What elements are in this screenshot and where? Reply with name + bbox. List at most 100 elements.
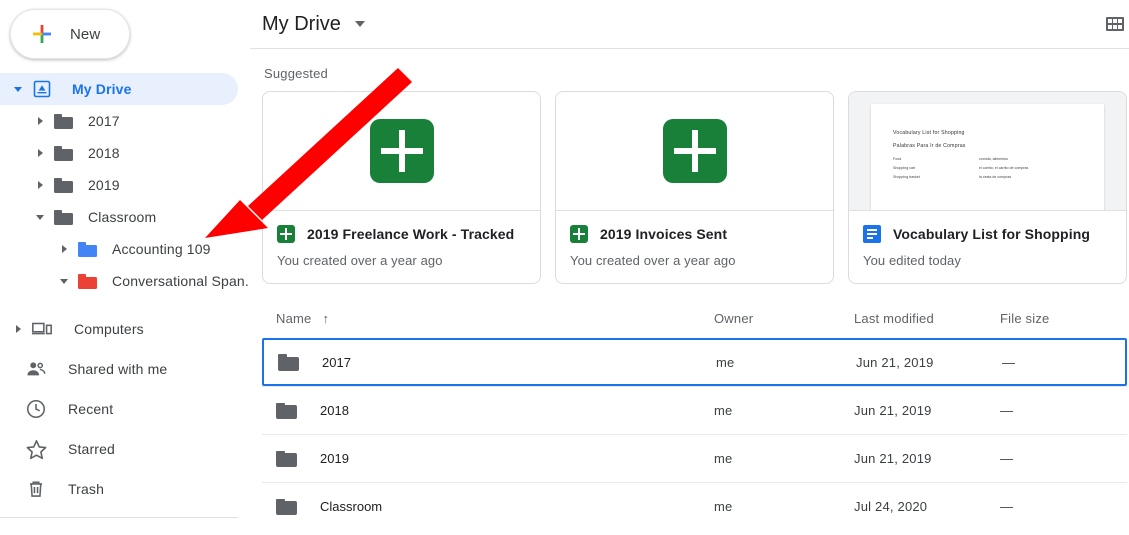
table-row[interactable]: Classroom me Jul 24, 2020 —	[262, 482, 1127, 530]
sidebar-item-classroom[interactable]: Classroom	[0, 201, 250, 233]
sidebar-item-accounting-109[interactable]: Accounting 109	[0, 233, 250, 265]
folder-icon	[52, 109, 76, 133]
sidebar-item-label: My Drive	[72, 81, 132, 97]
chevron-down-icon[interactable]	[52, 269, 76, 293]
column-header-owner[interactable]: Owner	[714, 311, 854, 326]
sidebar-item-label: Starred	[68, 441, 115, 457]
sidebar-item-my-drive[interactable]: My Drive	[0, 73, 238, 105]
folder-icon	[52, 205, 76, 229]
card-footer: 2019 Invoices Sent You created over a ye…	[556, 210, 833, 283]
folder-icon	[52, 173, 76, 197]
preview-row: Food comida, alimentos	[893, 157, 1082, 161]
sidebar-item-label: 2018	[88, 145, 120, 161]
card-title: 2019 Freelance Work - Tracked	[307, 226, 515, 242]
suggested-cards: 2019 Freelance Work - Tracked You create…	[262, 91, 1127, 284]
sheets-icon	[570, 225, 588, 243]
sidebar-item-label: 2017	[88, 113, 120, 129]
sidebar-item-2018[interactable]: 2018	[0, 137, 250, 169]
preview-es: comida, alimentos	[979, 157, 1008, 161]
grid-view-icon[interactable]	[1103, 12, 1127, 36]
suggested-card[interactable]: 2019 Invoices Sent You created over a ye…	[555, 91, 834, 284]
card-title: Vocabulary List for Shopping	[893, 226, 1090, 242]
document-preview: Vocabulary List for Shopping Palabras Pa…	[871, 104, 1104, 210]
trash-icon	[24, 477, 48, 501]
sidebar: New My Drive 2017 2018 2019 Classroom Ac…	[0, 0, 257, 535]
column-header-name[interactable]: Name ↑	[276, 311, 714, 326]
sidebar-item-conversational-spanish[interactable]: Conversational Span...	[0, 265, 257, 297]
folder-icon	[52, 141, 76, 165]
table-header: Name ↑ Owner Last modified File size	[262, 298, 1127, 338]
cell-owner: me	[714, 451, 733, 466]
folder-icon-blue	[76, 237, 100, 261]
card-subtitle: You created over a year ago	[277, 253, 443, 268]
cell-file-size: —	[1000, 403, 1014, 418]
sidebar-item-label: Recent	[68, 401, 114, 417]
chevron-right-icon[interactable]	[52, 237, 76, 261]
column-header-last-modified[interactable]: Last modified	[854, 311, 1000, 326]
sidebar-item-2019[interactable]: 2019	[0, 169, 250, 201]
sidebar-divider	[0, 517, 238, 518]
cell-owner: me	[714, 403, 733, 418]
table-row[interactable]: 2019 me Jun 21, 2019 —	[262, 434, 1127, 482]
star-icon	[24, 437, 48, 461]
preview-en: Food	[893, 157, 902, 161]
cell-owner: me	[716, 354, 735, 370]
new-button-label: New	[70, 25, 101, 43]
sidebar-item-label: Conversational Span...	[112, 273, 257, 289]
chevron-down-icon[interactable]	[28, 205, 52, 229]
clock-icon	[24, 397, 48, 421]
sheets-icon	[277, 225, 295, 243]
sidebar-item-recent[interactable]: Recent	[0, 389, 250, 429]
computers-icon	[30, 317, 54, 341]
new-button[interactable]: New	[10, 9, 130, 59]
chevron-down-icon[interactable]	[6, 77, 30, 101]
card-subtitle: You created over a year ago	[570, 253, 736, 268]
sidebar-item-label: Computers	[74, 321, 144, 337]
chevron-right-icon[interactable]	[6, 317, 30, 341]
folder-icon-red	[76, 269, 100, 293]
sidebar-item-computers[interactable]: Computers	[0, 309, 250, 349]
folder-icon	[276, 498, 298, 516]
folder-icon	[276, 402, 298, 420]
cell-file-size: —	[1000, 499, 1014, 514]
sidebar-item-starred[interactable]: Starred	[0, 429, 250, 469]
card-thumbnail	[556, 92, 833, 210]
content-area: Suggested 2019 Freelance Work - Tracked …	[250, 49, 1129, 530]
sidebar-item-shared-with-me[interactable]: Shared with me	[0, 349, 250, 389]
cell-last-modified: Jun 21, 2019	[854, 403, 932, 418]
sheets-icon-large	[369, 119, 434, 183]
chevron-down-icon[interactable]	[354, 21, 365, 27]
cell-file-size: —	[1002, 354, 1016, 370]
column-label: Name	[276, 310, 312, 326]
people-icon	[24, 357, 48, 381]
preview-heading: Vocabulary List for Shopping	[893, 130, 965, 136]
suggested-card[interactable]: 2019 Freelance Work - Tracked You create…	[262, 91, 541, 284]
preview-heading: Palabras Para Ir de Compras	[893, 143, 966, 149]
topbar: My Drive	[250, 0, 1129, 49]
row-name: 2019	[320, 451, 349, 466]
drive-app: New My Drive 2017 2018 2019 Classroom Ac…	[0, 0, 1129, 535]
chevron-right-icon[interactable]	[28, 141, 52, 165]
cell-last-modified: Jun 21, 2019	[856, 354, 934, 370]
table-row[interactable]: 2018 me Jun 21, 2019 —	[262, 386, 1127, 434]
sheets-icon-large	[662, 119, 727, 183]
suggested-heading: Suggested	[264, 66, 328, 81]
file-table: Name ↑ Owner Last modified File size 201…	[262, 298, 1127, 530]
chevron-right-icon[interactable]	[28, 109, 52, 133]
preview-en: Shopping cart	[893, 166, 916, 170]
drive-icon	[30, 77, 54, 101]
sidebar-item-trash[interactable]: Trash	[0, 469, 250, 509]
card-footer: 2019 Freelance Work - Tracked You create…	[263, 210, 540, 283]
sidebar-item-label: 2019	[88, 177, 120, 193]
column-header-file-size[interactable]: File size	[1000, 311, 1113, 326]
chevron-right-icon[interactable]	[28, 173, 52, 197]
google-plus-icon	[30, 22, 54, 46]
preview-row: Shopping cart el carrito, el carrito de …	[893, 166, 1082, 170]
card-footer: Vocabulary List for Shopping You edited …	[849, 210, 1126, 283]
suggested-card[interactable]: Vocabulary List for Shopping Palabras Pa…	[848, 91, 1127, 284]
sidebar-item-2017[interactable]: 2017	[0, 105, 250, 137]
table-row[interactable]: 2017 me Jun 21, 2019 —	[262, 338, 1127, 386]
cell-name: 2017	[278, 353, 716, 371]
cell-owner: me	[714, 499, 733, 514]
cell-file-size: —	[1000, 451, 1014, 466]
